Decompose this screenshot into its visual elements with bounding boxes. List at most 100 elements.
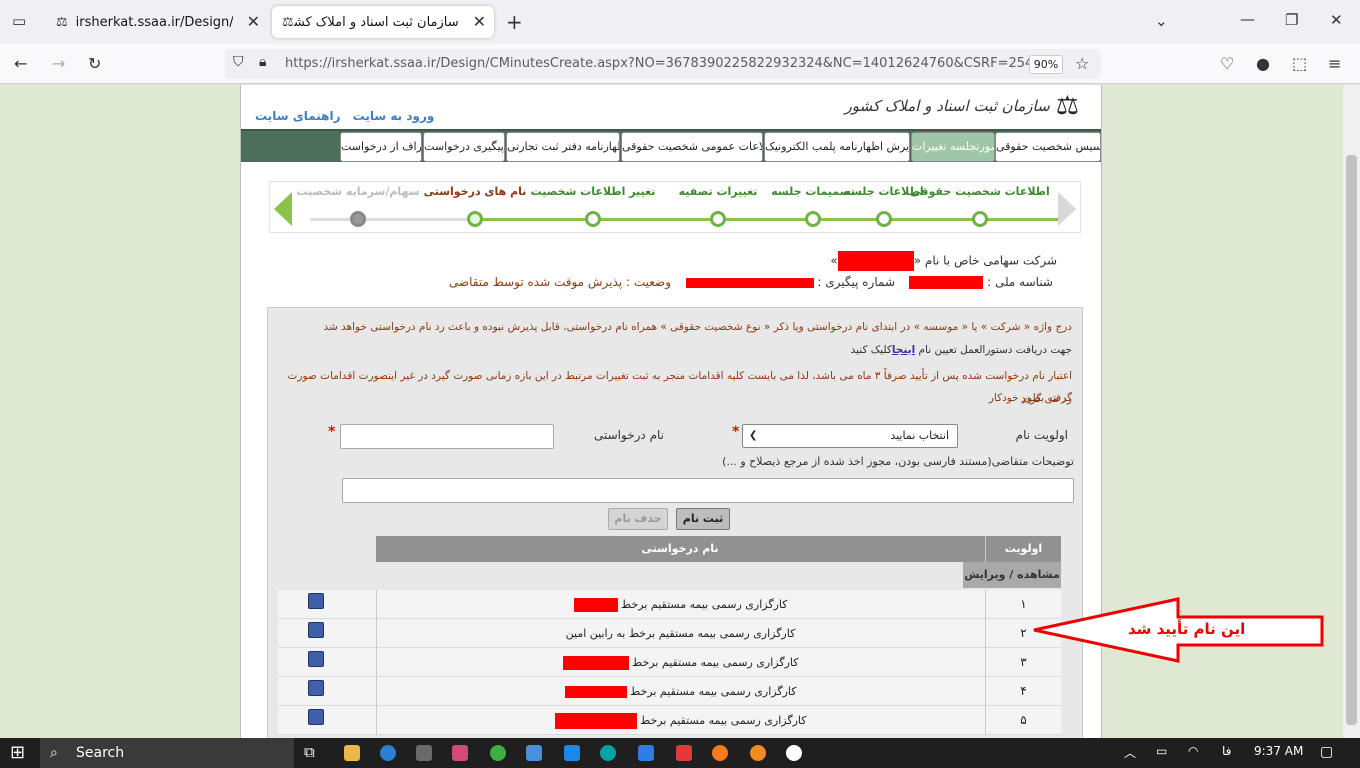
edit-computer-icon[interactable]: [308, 593, 324, 609]
extensions-icon[interactable]: ⬚: [1292, 54, 1307, 73]
edit-computer-icon[interactable]: [308, 709, 324, 725]
step-dot-shares-capital[interactable]: [350, 211, 366, 227]
tray-chevron-up-icon[interactable]: ︿: [1124, 744, 1136, 761]
requested-name-input[interactable]: [340, 424, 554, 449]
reload-icon[interactable]: ↻: [88, 54, 101, 73]
step-label-legal-info[interactable]: اطلاعات شخصیت حقوقی: [910, 185, 1050, 198]
help-link[interactable]: راهنمای سایت: [255, 109, 340, 123]
close-tab-icon[interactable]: ✕: [247, 12, 260, 31]
menu-item-tracking[interactable]: پیگیری درخواست: [423, 132, 505, 162]
pocket-icon[interactable]: ♡: [1220, 54, 1234, 73]
menu-item-change-minutes[interactable]: صورتجلسه تغییرات: [911, 132, 995, 162]
step-dot-meeting-decisions[interactable]: [805, 211, 821, 227]
redacted-national-id: [909, 276, 984, 289]
company-title-suffix: »: [830, 253, 838, 268]
step-dot-liquidation[interactable]: [710, 211, 726, 227]
minimize-icon[interactable]: —: [1240, 10, 1255, 28]
star-bookmark-icon[interactable]: ☆: [1075, 54, 1089, 73]
header-priority: اولویت: [985, 536, 1061, 562]
row-name: کارگزاری رسمی بیمه مستقیم برخط به رابین …: [376, 619, 984, 648]
zoom-level[interactable]: 90%: [1029, 55, 1063, 74]
required-star-icon: *: [328, 424, 336, 440]
row-priority: ۵: [985, 706, 1061, 735]
close-window-icon[interactable]: ✕: [1330, 11, 1343, 29]
app-icon[interactable]: [638, 745, 654, 761]
menu-item-trade-register[interactable]: اظهارنامه دفتر ثبت تجارتی: [506, 132, 620, 162]
battery-icon[interactable]: ▭: [1156, 744, 1167, 758]
internet-explorer-icon[interactable]: [380, 745, 396, 761]
menu-item-e-seal[interactable]: پذیرش اظهارنامه پلمب الکترونیک: [764, 132, 910, 162]
delete-name-button[interactable]: حذف نام: [608, 508, 668, 530]
url-text[interactable]: https://irsherkat.ssaa.ir/Design/CMinute…: [285, 56, 1045, 71]
edit-computer-icon[interactable]: [308, 680, 324, 696]
edit-computer-icon[interactable]: [308, 622, 324, 638]
forward-icon[interactable]: →: [52, 54, 65, 73]
app-icon[interactable]: [564, 745, 580, 761]
tracking-line: شماره پیگیری :: [685, 275, 895, 289]
step-dot-entity-changes[interactable]: [585, 211, 601, 227]
maximize-icon[interactable]: ❐: [1285, 11, 1298, 29]
step-dot-requested-names-current[interactable]: [467, 211, 483, 227]
app-icon[interactable]: [526, 745, 542, 761]
instructions-link[interactable]: اینجا: [892, 344, 915, 356]
edit-computer-icon[interactable]: [308, 651, 324, 667]
wifi-icon[interactable]: ◠: [1188, 744, 1198, 758]
step-label-liquidation[interactable]: تغییرات تصفیه: [679, 185, 758, 198]
language-indicator[interactable]: فا: [1222, 744, 1231, 758]
login-link[interactable]: ورود به سایت: [353, 109, 435, 123]
close-tab-icon[interactable]: ✕: [473, 12, 486, 31]
app-icon[interactable]: [452, 745, 468, 761]
company-title: شرکت سهامی خاص با نام « »: [830, 251, 1057, 271]
step-next-arrow-icon[interactable]: [1058, 192, 1076, 226]
page-scrollbar[interactable]: [1343, 85, 1360, 738]
step-dot-legal-info[interactable]: [972, 211, 988, 227]
app-icon[interactable]: [786, 745, 802, 761]
task-view-icon[interactable]: ⧉: [304, 743, 315, 761]
step-label-shares-capital[interactable]: سهام/سرمایه شخصیت: [296, 185, 419, 198]
step-dot-meeting-info[interactable]: [876, 211, 892, 227]
row-priority: ۴: [985, 677, 1061, 706]
tab-title: سازمان ثبت اسناد و املاک کشور: [293, 14, 459, 30]
priority-select[interactable]: انتخاب نمایید ❯: [742, 424, 958, 448]
search-icon: ⌕: [50, 745, 58, 761]
tab-list-icon[interactable]: ▭: [12, 12, 26, 30]
file-explorer-icon[interactable]: [344, 745, 360, 761]
scrollbar-thumb[interactable]: [1346, 155, 1357, 725]
browser-tab-1[interactable]: ⚖ irsherkat.ssaa.ir/Design/ChangeC ✕: [46, 6, 268, 38]
table-row: ۱ کارگزاری رسمی بیمه مستقیم برخط: [278, 590, 1061, 619]
chrome-icon[interactable]: [490, 745, 506, 761]
row-name-text: کارگزاری رسمی بیمه مستقیم برخط: [640, 714, 807, 727]
chevron-down-icon[interactable]: ⌄: [1155, 12, 1168, 30]
notification-icon[interactable]: ▢: [1320, 744, 1333, 760]
description-input[interactable]: [342, 478, 1074, 503]
browser-tab-2[interactable]: ⚖ سازمان ثبت اسناد و املاک کشور ✕: [272, 6, 494, 38]
required-star-icon: *: [732, 424, 740, 440]
shield-icon[interactable]: ⛉: [233, 54, 244, 70]
menu-item-general-info[interactable]: اطلاعات عمومی شخصیت حقوقی: [621, 132, 763, 162]
menu-icon[interactable]: ≡: [1328, 54, 1341, 73]
redacted-name-part: [554, 713, 637, 729]
note-name-rule: درج واژه « شرکت » یا « موسسه » در ابتدای…: [323, 321, 1072, 333]
windows-start-icon[interactable]: ⊞: [10, 742, 25, 763]
lock-icon[interactable]: 🔒︎: [259, 54, 266, 70]
taskbar-search[interactable]: ⌕ Search: [40, 738, 294, 768]
app-icon[interactable]: [416, 745, 432, 761]
menu-item-cancel-request[interactable]: انصراف از درخواست: [340, 132, 422, 162]
register-name-button[interactable]: ثبت نام: [676, 508, 730, 530]
edge-icon[interactable]: [600, 745, 616, 761]
account-icon[interactable]: ●: [1256, 54, 1270, 73]
step-label-requested-names[interactable]: نام های درخواستی: [424, 185, 527, 198]
app-icon[interactable]: [750, 745, 766, 761]
anydesk-icon[interactable]: [676, 745, 692, 761]
clock[interactable]: 9:37 AM: [1254, 744, 1303, 758]
menu-item-establishment[interactable]: تأسیس شخصیت حقوقی: [995, 132, 1101, 162]
address-bar[interactable]: ⛉ 🔒︎ https://irsherkat.ssaa.ir/Design/CM…: [225, 49, 1101, 79]
national-id-line: شناسه ملی :: [909, 275, 1053, 289]
step-label-meeting-info[interactable]: اطلاعات جلسه: [844, 185, 923, 198]
firefox-icon[interactable]: [712, 745, 728, 761]
back-icon[interactable]: ←: [14, 54, 27, 73]
step-prev-arrow-icon[interactable]: [274, 192, 292, 226]
step-label-entity-changes[interactable]: تغییر اطلاعات شخصیت: [531, 185, 656, 198]
new-tab-icon[interactable]: +: [506, 10, 523, 34]
step-label-meeting-decisions[interactable]: تصمیمات جلسه: [771, 185, 855, 198]
